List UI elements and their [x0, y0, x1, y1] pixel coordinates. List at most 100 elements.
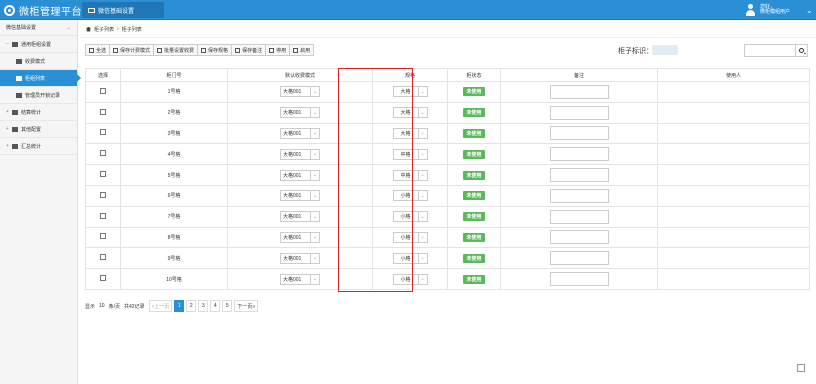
chevron-down-icon[interactable]: ⌄	[806, 6, 813, 15]
search-button[interactable]	[796, 44, 808, 57]
user-cell	[657, 164, 810, 186]
next-page-button[interactable]: 下一页»	[234, 300, 259, 312]
note-cell	[500, 247, 658, 270]
grid-icon	[12, 41, 18, 47]
status-badge: 未使用	[463, 253, 485, 263]
sidebar-item-2[interactable]: 柜组列表	[0, 70, 81, 87]
row-checkbox[interactable]	[100, 171, 106, 178]
note-input[interactable]	[549, 126, 609, 141]
page-button-4[interactable]: 4	[210, 300, 221, 312]
page-button-2[interactable]: 2	[186, 300, 197, 312]
user-menu[interactable]: 您好， 微柜模组用户 ⌄	[745, 3, 813, 17]
mode-select[interactable]: 大格001 ⌄	[280, 127, 320, 139]
user-cell	[657, 226, 810, 249]
mode-select[interactable]: 大格001 ⌄	[280, 231, 320, 243]
mode-select[interactable]: 大格001 ⌄	[280, 252, 320, 264]
select-cell	[85, 184, 121, 207]
user-cell	[657, 268, 810, 290]
enable-button[interactable]: 启用	[289, 44, 315, 56]
sidebar-item-0[interactable]: − 通用柜组设置	[0, 36, 77, 53]
row-checkbox[interactable]	[100, 254, 106, 261]
spec-select[interactable]: 小格 ⌄	[392, 252, 428, 264]
spec-select[interactable]: 中格 ⌄	[392, 169, 428, 181]
status-cell: 未使用	[447, 247, 501, 270]
sidebar-item-1[interactable]: 收费模式	[0, 53, 77, 70]
spec-select[interactable]: 大格 ⌄	[392, 127, 428, 139]
sidebar-item-5[interactable]: + 其他配置	[0, 121, 77, 138]
row-checkbox[interactable]	[100, 87, 106, 94]
spec-select[interactable]: 中格 ⌄	[392, 148, 428, 160]
save-billing-mode-button[interactable]: 保存计费模式	[109, 44, 155, 56]
row-checkbox[interactable]	[100, 275, 106, 282]
grid-icon	[16, 58, 22, 64]
row-checkbox[interactable]	[100, 212, 106, 219]
note-input[interactable]	[549, 188, 609, 203]
sidebar-header[interactable]: 微信基础设置 ⌄	[0, 20, 77, 36]
spec-select[interactable]: 大格 ⌄	[392, 86, 428, 98]
note-input[interactable]	[549, 168, 609, 183]
status-cell: 未使用	[447, 268, 501, 290]
mode-select[interactable]: 大格001 ⌄	[280, 211, 320, 223]
nav-tab-wechat-settings[interactable]: 微信基础设置	[82, 2, 164, 18]
note-input[interactable]	[549, 251, 609, 266]
spec-select[interactable]: 小格 ⌄	[392, 190, 428, 202]
mode-select[interactable]: 大格001 ⌄	[280, 273, 320, 285]
spec-cell: 中格 ⌄	[372, 164, 448, 186]
page-button-3[interactable]: 3	[198, 300, 209, 312]
sidebar-item-label: 其他配置	[21, 126, 42, 133]
app-logo[interactable]: 微柜管理平台	[4, 3, 82, 18]
mode-value: 大格001	[283, 172, 302, 179]
breadcrumb-item-1[interactable]: 柜子列表	[94, 26, 114, 33]
sidebar-item-6[interactable]: + 汇总统计	[0, 138, 77, 155]
note-input[interactable]	[549, 209, 609, 224]
chevron-down-icon: ⌄	[310, 170, 319, 180]
page-button-5[interactable]: 5	[222, 300, 233, 312]
mode-select[interactable]: 大格001 ⌄	[280, 190, 320, 202]
row-checkbox[interactable]	[100, 150, 106, 157]
select-cell	[85, 81, 121, 103]
mode-select[interactable]: 大格001 ⌄	[280, 107, 320, 119]
select-all-button[interactable]: 全选	[85, 44, 111, 56]
sidebar-header-label: 微信基础设置	[6, 25, 37, 31]
pager-size[interactable]: 10	[99, 303, 105, 309]
pager-total: 共42记录	[123, 303, 145, 310]
mode-cell: 大格001 ⌄	[227, 268, 373, 290]
note-cell	[500, 143, 658, 166]
door-cell: 10号格	[120, 268, 228, 290]
page-button-1[interactable]: 1	[174, 300, 185, 312]
spec-cell: 大格 ⌄	[372, 101, 448, 124]
row-checkbox[interactable]	[100, 233, 106, 240]
spec-select[interactable]: 小格 ⌄	[392, 211, 428, 223]
row-checkbox[interactable]	[100, 129, 106, 136]
mode-select[interactable]: 大格001 ⌄	[280, 169, 320, 181]
resize-icon[interactable]	[797, 364, 805, 372]
note-input[interactable]	[549, 84, 609, 99]
spec-select[interactable]: 大格 ⌄	[392, 107, 428, 119]
disable-button[interactable]: 停用	[265, 44, 291, 56]
table-row: 4号格 大格001 ⌄ 中格 ⌄ 未使用	[85, 143, 810, 166]
grid-icon	[16, 75, 22, 81]
row-checkbox[interactable]	[100, 191, 106, 198]
status-badge: 未使用	[463, 128, 485, 138]
note-input[interactable]	[549, 105, 609, 120]
spec-select[interactable]: 小格 ⌄	[392, 231, 428, 243]
table-row: 8号格 大格001 ⌄ 小格 ⌄ 未使用	[85, 226, 810, 249]
note-input[interactable]	[549, 230, 609, 245]
save-note-button[interactable]: 保存备注	[231, 44, 267, 56]
status-cell: 未使用	[447, 184, 501, 207]
sidebar-item-3[interactable]: 管理员开锁记录	[0, 87, 77, 104]
mode-select[interactable]: 大格001 ⌄	[280, 148, 320, 160]
spec-select[interactable]: 小格 ⌄	[392, 273, 428, 285]
search-input[interactable]	[744, 44, 796, 57]
user-cell	[657, 122, 810, 145]
note-input[interactable]	[549, 147, 609, 162]
sidebar-item-4[interactable]: + 结算统计	[0, 104, 77, 121]
home-icon[interactable]	[86, 26, 91, 32]
note-input[interactable]	[549, 272, 609, 287]
save-spec-button[interactable]: 保存规格	[197, 44, 233, 56]
door-cell: 7号格	[120, 205, 228, 228]
mode-select[interactable]: 大格001 ⌄	[280, 86, 320, 98]
prev-page-button[interactable]: «上一页	[148, 300, 173, 312]
batch-set-fee-button[interactable]: 批量设置收费	[153, 44, 199, 56]
row-checkbox[interactable]	[100, 108, 106, 115]
